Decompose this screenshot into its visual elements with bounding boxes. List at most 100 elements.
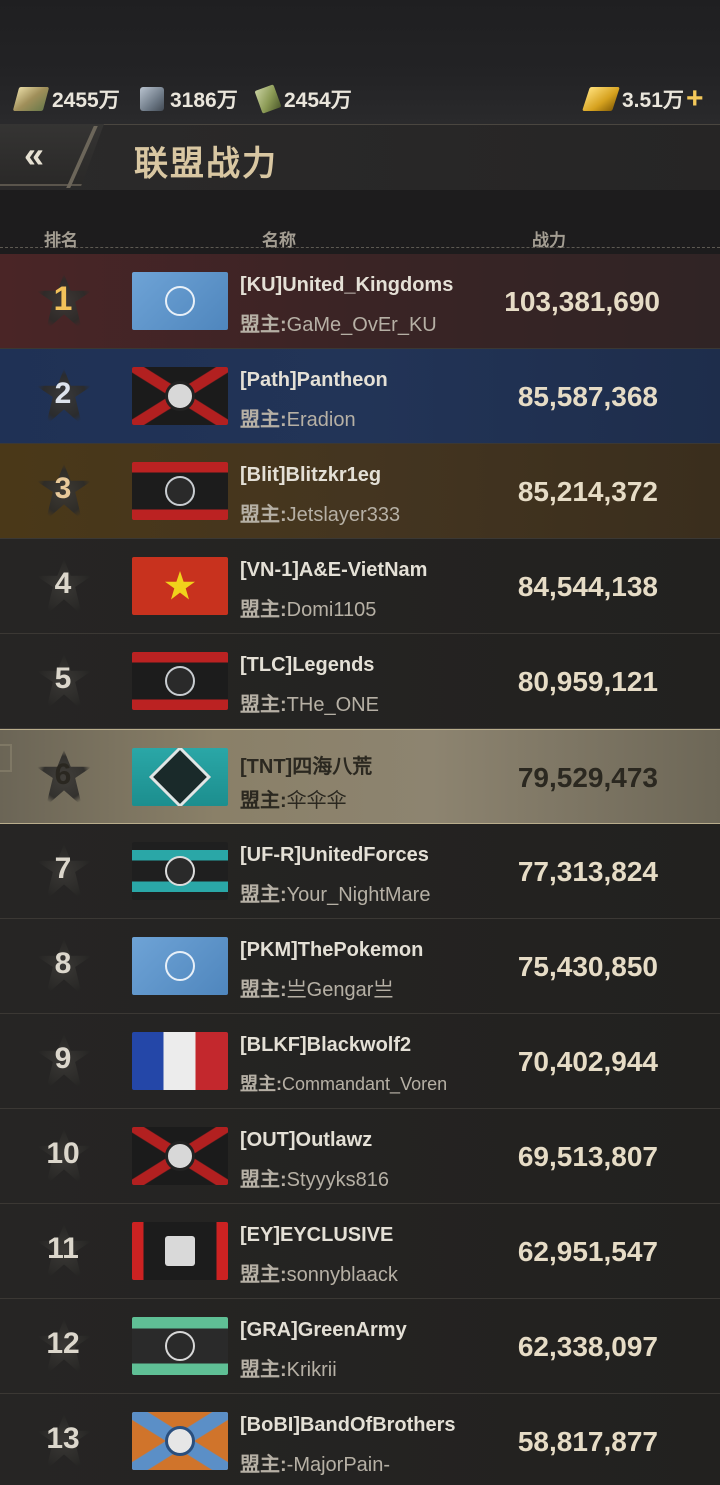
vietnam-flag-icon (132, 557, 228, 615)
alliance-power: 85,587,368 (517, 381, 658, 412)
steel-resource: 3186万 (140, 84, 238, 114)
teal-skull-flag-icon (132, 748, 228, 806)
alliance-power: 79,529,473 (517, 762, 658, 793)
alliance-power: 77,313,824 (517, 856, 658, 887)
double-chevron-left-icon: « (24, 134, 44, 175)
un-flag-icon (132, 272, 228, 330)
red-black-star-flag-icon (132, 462, 228, 520)
leader-prefix: 盟主: (240, 979, 287, 1001)
fuel-icon (254, 84, 282, 114)
alliance-name: [VN-1]A&E-VietNam (240, 559, 428, 581)
alliance-name: [KU]United_Kingdoms (240, 274, 454, 296)
alliance-leader: 盟主:伞伞伞 (240, 784, 347, 813)
leader-prefix: 盟主: (240, 1454, 287, 1476)
page-title: 联盟战力 (134, 145, 278, 183)
table-row[interactable]: 13 [BoBI]BandOfBrothers 盟主:-MajorPain- 5… (0, 1394, 720, 1485)
alliance-power: 84,544,138 (517, 571, 658, 602)
alliance-power: 103,381,690 (504, 286, 660, 317)
leader-prefix: 盟主: (240, 694, 287, 716)
table-row[interactable]: 11 [EY]EYCLUSIVE 盟主:sonnyblaack 62,951,5… (0, 1204, 720, 1299)
alliance-leader: 盟主:亗Gengar亗 (240, 973, 393, 1002)
table-row[interactable]: 8 [PKM]ThePokemon 盟主:亗Gengar亗 75,430,850 (0, 919, 720, 1014)
alliance-leader: 盟主:-MajorPain- (240, 1448, 390, 1477)
leader-prefix: 盟主: (240, 599, 287, 621)
money-resource: 2455万 (12, 84, 120, 114)
alliance-power: 69,513,807 (517, 1141, 658, 1172)
alliance-name: [OUT]Outlawz (240, 1129, 373, 1151)
fuel-value: 2454万 (284, 89, 352, 112)
rank-number: 2 (54, 377, 72, 410)
alliance-ranking-list: 1 [KU]United_Kingdoms 盟主:GaMe_OvEr_KU 10… (0, 254, 720, 1485)
alliance-power: 70,402,944 (517, 1046, 658, 1077)
leader-name: Krikrii (286, 1359, 337, 1381)
table-row[interactable]: 7 [UF-R]UnitedForces 盟主:Your_NightMare 7… (0, 824, 720, 919)
teal-stripe-star-flag-icon (132, 842, 228, 900)
alliance-leader: 盟主:sonnyblaack (240, 1258, 398, 1287)
leader-prefix: 盟主: (240, 1264, 287, 1286)
table-row[interactable]: 9 [BLKF]Blackwolf2 盟主:Commandant_Voren 7… (0, 1014, 720, 1109)
leader-name: THe_ONE (286, 694, 379, 716)
fuel-resource: 2454万 (254, 84, 352, 114)
leader-name: Jetslayer333 (286, 504, 401, 526)
table-row[interactable]: 4 [VN-1]A&E-VietNam 盟主:Domi1105 84,544,1… (0, 539, 720, 634)
selection-marker (0, 744, 12, 772)
leader-name: GaMe_OvEr_KU (286, 314, 437, 336)
alliance-name: [Path]Pantheon (240, 369, 388, 391)
leader-prefix: 盟主: (240, 1074, 282, 1094)
leader-name: Commandant_Voren (282, 1074, 448, 1094)
alliance-power: 80,959,121 (517, 666, 658, 697)
rank-number: 8 (54, 947, 72, 980)
red-side-emblem-flag-icon (132, 1222, 228, 1280)
table-row-own-alliance[interactable]: 6 [TNT]四海八荒 盟主:伞伞伞 79,529,473 (0, 729, 720, 824)
alliance-leader: 盟主:Your_NightMare (240, 878, 430, 907)
rank-number: 12 (46, 1327, 80, 1360)
add-gold-button[interactable]: + (686, 84, 704, 114)
alliance-power: 58,817,877 (517, 1426, 658, 1457)
rank-number: 13 (46, 1422, 80, 1455)
gold-resource: 3.51万 (582, 84, 684, 114)
gold-icon (582, 87, 620, 111)
shield-cross-flag-icon (132, 1127, 228, 1185)
alliance-name: [UF-R]UnitedForces (240, 844, 429, 866)
alliance-leader: 盟主:GaMe_OvEr_KU (240, 308, 437, 337)
money-icon (12, 87, 50, 111)
steel-value: 3186万 (170, 89, 238, 112)
green-radiation-flag-icon (132, 1317, 228, 1375)
alliance-name: [Blit]Blitzkr1eg (240, 464, 382, 486)
alliance-name: [BoBI]BandOfBrothers (240, 1414, 456, 1436)
alliance-leader: 盟主:Jetslayer333 (240, 498, 400, 527)
alliance-leader: 盟主:THe_ONE (240, 688, 379, 717)
table-row[interactable]: 3 [Blit]Blitzkr1eg 盟主:Jetslayer333 85,21… (0, 444, 720, 539)
leader-name: -MajorPain- (286, 1454, 391, 1476)
rank-number: 3 (54, 472, 72, 505)
rank-number: 7 (54, 852, 72, 885)
gold-value: 3.51万 (622, 89, 684, 112)
leader-name: Domi1105 (286, 599, 377, 621)
money-value: 2455万 (52, 89, 120, 112)
alliance-name: [BLKF]Blackwolf2 (240, 1034, 412, 1056)
table-row[interactable]: 1 [KU]United_Kingdoms 盟主:GaMe_OvEr_KU 10… (0, 254, 720, 349)
un-flag-icon (132, 937, 228, 995)
alliance-leader: 盟主:Domi1105 (240, 593, 376, 622)
leader-prefix: 盟主: (240, 1359, 287, 1381)
alliance-power: 85,214,372 (517, 476, 658, 507)
alliance-power: 62,951,547 (517, 1236, 658, 1267)
table-row[interactable]: 2 [Path]Pantheon 盟主:Eradion 85,587,368 (0, 349, 720, 444)
alliance-name: [GRA]GreenArmy (240, 1319, 407, 1341)
alliance-power: 62,338,097 (517, 1331, 658, 1362)
steel-icon (140, 87, 164, 111)
rank-number: 11 (47, 1232, 79, 1265)
lion-cross-flag-icon (132, 367, 228, 425)
leader-prefix: 盟主: (240, 1169, 287, 1191)
leader-prefix: 盟主: (240, 409, 287, 431)
leader-name: Styyyks816 (286, 1169, 389, 1191)
alliance-leader: 盟主:Eradion (240, 403, 356, 432)
table-row[interactable]: 10 [OUT]Outlawz 盟主:Styyyks816 69,513,807 (0, 1109, 720, 1204)
table-row[interactable]: 5 [TLC]Legends 盟主:THe_ONE 80,959,121 (0, 634, 720, 729)
table-row[interactable]: 12 [GRA]GreenArmy 盟主:Krikrii 62,338,097 (0, 1299, 720, 1394)
resource-bar: 2455万 3186万 2454万 3.51万 + (0, 0, 720, 124)
leader-prefix: 盟主: (240, 884, 287, 906)
rank-number: 1 (53, 280, 73, 318)
leader-name: Your_NightMare (286, 884, 431, 906)
header-bar (0, 124, 720, 190)
